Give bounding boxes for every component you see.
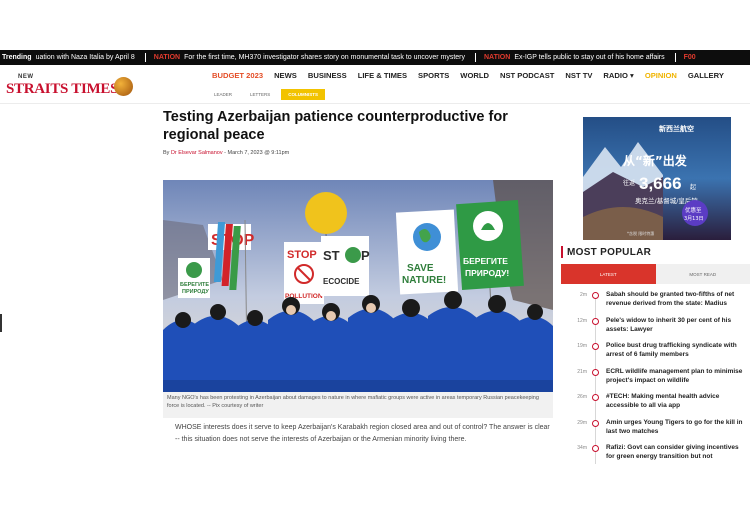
ticker-divider — [674, 53, 676, 62]
sign-save-nature-1: SAVE — [407, 263, 434, 274]
ticker-item[interactable]: NATION Ex-IGP tells public to stay out of… — [484, 54, 665, 61]
nav-opinion[interactable]: OPINION — [645, 71, 677, 80]
article-body: WHOSE interests does it serve to keep Az… — [175, 424, 550, 443]
timeline-dot — [592, 445, 599, 452]
ad-badge-top: 优惠至 — [685, 206, 702, 214]
nav-nst-podcast[interactable]: NST PODCAST — [500, 71, 554, 80]
sign-stop-ecocide-2: P — [361, 248, 370, 263]
nav-world[interactable]: WORLD — [460, 71, 489, 80]
trending-ticker: Trending uation with Naza Italia by Apri… — [0, 50, 750, 65]
list-item[interactable]: 2m Sabah should be granted two-fifths of… — [561, 290, 750, 316]
item-time: 19m — [577, 343, 587, 349]
sign-save-nature-2: NATURE! — [402, 275, 446, 286]
item-headline[interactable]: Pele's widow to inherit 30 per cent of h… — [606, 316, 748, 334]
item-time: 21m — [577, 368, 587, 375]
tab-latest[interactable]: LATEST — [561, 264, 656, 284]
article: Testing Azerbaijan patience counterprodu… — [163, 108, 555, 443]
ad-banner: 新西兰航空 从“新”出发 往返 3,666 起 奥克兰/基督城/皇后镇 优惠至 … — [583, 117, 731, 240]
item-time: 29m — [577, 419, 587, 426]
subnav-columnists[interactable]: COLUMNISTS — [281, 89, 326, 100]
sign-stop-pollution-1: STOP — [287, 249, 317, 261]
nav-gallery[interactable]: GALLERY — [688, 71, 724, 80]
ad-price-prefix: 往返 — [623, 179, 635, 187]
publish-date: - March 7, 2023 @ 9:11pm — [222, 150, 290, 156]
globe-icon — [114, 77, 133, 96]
ad-badge-bottom: 3月13日 — [684, 216, 704, 222]
subnav-leader[interactable]: LEADER — [207, 89, 239, 100]
ad-brand: 新西兰航空 — [659, 124, 694, 133]
sign-left-line1: БЕРЕГИТЕ — [180, 282, 209, 288]
list-item[interactable]: 29m Amin urges Young Tigers to go for th… — [561, 418, 750, 444]
timeline-dot — [592, 368, 599, 376]
timeline-dot — [592, 292, 599, 299]
nav-news[interactable]: NEWS — [274, 71, 297, 80]
nav-nst-tv[interactable]: NST TV — [565, 71, 592, 80]
article-photo[interactable]: STOP БЕРЕГИТЕ ПРИРОДУ STOP POLLUTION ST … — [163, 180, 553, 392]
byline: By Dr Elsevar Salmanov - March 7, 2023 @… — [163, 150, 290, 156]
item-headline[interactable]: Police bust drug trafficking syndicate w… — [606, 341, 748, 359]
trending-label: Trending — [2, 54, 32, 61]
timeline-dot — [592, 394, 599, 401]
list-item[interactable]: 34m Rafizi: Govt can consider giving inc… — [561, 443, 750, 469]
sign-beregite-1: БЕРЕГИТЕ — [463, 256, 508, 266]
main-nav: BUDGET 2023 NEWS BUSINESS LIFE & TIMES S… — [212, 71, 735, 80]
nav-life-times[interactable]: LIFE & TIMES — [358, 71, 407, 80]
most-popular-title: MOST POPULAR — [567, 246, 652, 258]
nav-business[interactable]: BUSINESS — [308, 71, 347, 80]
ticker-item[interactable]: NATION For the first time, MH370 investig… — [154, 54, 465, 61]
item-time: 34m — [577, 445, 587, 451]
list-item[interactable]: 21m ECRL wildlife management plan to min… — [561, 367, 750, 393]
ticker-item[interactable]: uation with Naza Italia by April 8 — [36, 54, 135, 61]
list-item[interactable]: 19m Police bust drug trafficking syndica… — [561, 341, 750, 367]
site-header: NEW STRAITS TIMES BUDGET 2023 NEWS BUSIN… — [0, 65, 750, 103]
header-divider — [0, 103, 750, 104]
subnav-letters[interactable]: LETTERS — [243, 89, 277, 100]
section-accent — [561, 246, 563, 258]
sign-stop-ecocide-3: ECOCIDE — [323, 277, 360, 286]
nav-sports[interactable]: SPORTS — [418, 71, 449, 80]
photo-caption: Many NGO's has been protesting in Azerba… — [163, 392, 553, 418]
nst-logo[interactable]: NEW STRAITS TIMES — [6, 73, 136, 97]
ad-price-suffix: 起 — [690, 183, 696, 191]
nav-budget-2023[interactable]: BUDGET 2023 — [212, 71, 263, 80]
item-headline[interactable]: #TECH: Making mental health advice acces… — [606, 392, 748, 410]
protest-photo-illustration: STOP БЕРЕГИТЕ ПРИРОДУ STOP POLLUTION ST … — [163, 180, 553, 392]
nav-radio[interactable]: RADIO ▾ — [603, 71, 633, 80]
timeline-dot — [592, 419, 599, 427]
air-new-zealand-ad[interactable]: 新西兰航空 从“新”出发 往返 3,666 起 奥克兰/基督城/皇后镇 优惠至 … — [583, 117, 731, 240]
item-time: 26m — [577, 394, 587, 400]
popular-tabs: LATEST MOST READ — [561, 264, 750, 284]
item-headline[interactable]: Rafizi: Govt can consider giving incenti… — [606, 443, 748, 461]
most-popular-widget: MOST POPULAR LATEST MOST READ 2m Sabah s… — [561, 243, 750, 469]
item-time: 12m — [577, 317, 587, 324]
author-link[interactable]: Dr Elsevar Salmanov — [171, 150, 223, 156]
item-headline[interactable]: ECRL wildlife management plan to minimis… — [606, 367, 748, 385]
list-item[interactable]: 12m Pele's widow to inherit 30 per cent … — [561, 316, 750, 342]
ad-fineprint: *含税 限时特惠 — [627, 230, 654, 236]
page: Trending uation with Naza Italia by Apri… — [0, 0, 750, 511]
most-popular-header: MOST POPULAR — [561, 243, 750, 261]
ticker-item[interactable]: F00 — [684, 54, 700, 61]
timeline-dot — [592, 317, 599, 325]
sign-left-line2: ПРИРОДУ — [182, 289, 209, 295]
item-headline[interactable]: Amin urges Young Tigers to go for the ki… — [606, 418, 748, 436]
timeline-dot — [592, 343, 599, 350]
scroll-handle[interactable] — [0, 314, 2, 332]
item-headline[interactable]: Sabah should be granted two-fifths of ne… — [606, 290, 748, 308]
ad-headline: 从“新”出发 — [623, 153, 688, 168]
tab-most-read[interactable]: MOST READ — [655, 264, 750, 284]
popular-list: 2m Sabah should be granted two-fifths of… — [561, 290, 750, 469]
opinion-subnav: LEADER LETTERS COLUMNISTS — [207, 89, 329, 100]
ticker-divider — [475, 53, 476, 62]
ad-price: 3,666 — [639, 174, 682, 193]
ticker-divider — [144, 53, 146, 62]
list-item[interactable]: 26m #TECH: Making mental health advice a… — [561, 392, 750, 418]
sign-beregite-2: ПРИРОДУ! — [465, 268, 509, 278]
article-title: Testing Azerbaijan patience counterprodu… — [163, 109, 508, 143]
sign-stop-ecocide-1: ST — [323, 248, 340, 263]
item-time: 2m — [580, 292, 587, 298]
